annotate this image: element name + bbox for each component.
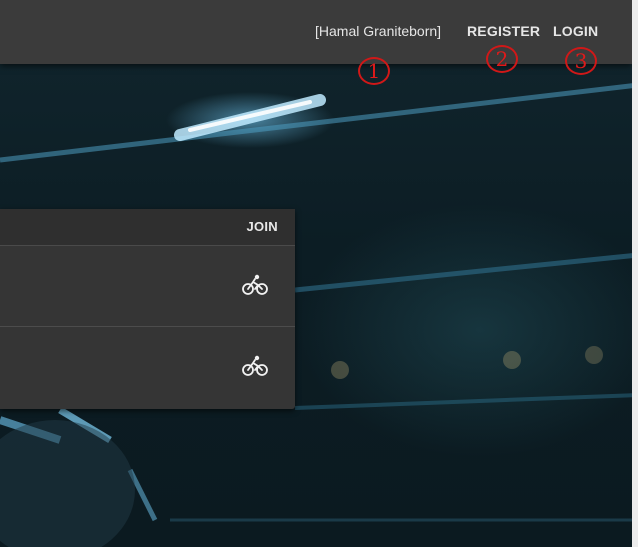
scrollbar[interactable] xyxy=(632,0,638,547)
bicycle-icon[interactable] xyxy=(242,274,268,296)
join-panel: JOIN xyxy=(0,209,295,409)
annotation-marker-1: 1 xyxy=(358,57,390,85)
top-navigation-bar: [Hamal Graniteborn] REGISTER LOGIN xyxy=(0,0,632,64)
page: [Hamal Graniteborn] REGISTER LOGIN 1 2 3… xyxy=(0,0,638,547)
annotation-marker-3: 3 xyxy=(565,47,597,75)
list-item xyxy=(0,246,295,327)
username-link[interactable]: [Hamal Graniteborn] xyxy=(315,23,441,39)
bicycle-icon[interactable] xyxy=(242,355,268,377)
list-item xyxy=(0,327,295,407)
annotation-marker-2: 2 xyxy=(486,45,518,73)
register-link[interactable]: REGISTER xyxy=(467,23,540,39)
join-column-header: JOIN xyxy=(246,219,278,234)
panel-header: JOIN xyxy=(0,209,295,246)
login-link[interactable]: LOGIN xyxy=(553,23,598,39)
